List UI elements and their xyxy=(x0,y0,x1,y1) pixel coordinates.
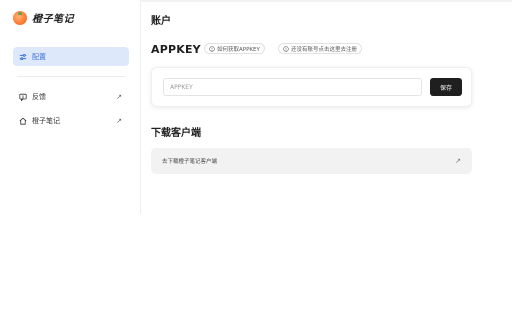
appkey-section-title: APPKEY xyxy=(151,43,201,56)
home-icon xyxy=(19,117,27,125)
appkey-card: 保存 xyxy=(151,67,472,107)
app-logo: 橙子笔记 xyxy=(13,10,74,25)
sidebar: 橙子笔记 配置 反馈 ↗ 橙子笔记 ↗ xyxy=(0,0,141,214)
sidebar-item-label: 橙子笔记 xyxy=(32,117,60,125)
sliders-icon xyxy=(19,53,27,61)
register-link[interactable]: 还没有账号点击这里去注册 xyxy=(278,43,363,54)
download-section-title: 下载客户端 xyxy=(151,128,201,139)
help-circle-icon xyxy=(283,45,289,52)
external-link-icon: ↗ xyxy=(455,157,461,165)
sidebar-item-config[interactable]: 配置 xyxy=(13,47,129,66)
sidebar-item-orange-notes[interactable]: 橙子笔记 ↗ xyxy=(13,113,129,129)
how-to-get-appkey-link[interactable]: 如何获取APPKEY xyxy=(204,43,265,54)
save-button[interactable]: 保存 xyxy=(430,78,462,96)
appkey-input[interactable] xyxy=(163,78,422,96)
sidebar-item-feedback[interactable]: 反馈 ↗ xyxy=(13,89,129,105)
sidebar-divider xyxy=(17,76,125,77)
app-name: 橙子笔记 xyxy=(32,14,74,25)
sidebar-item-label: 反馈 xyxy=(32,93,46,101)
external-link-icon: ↗ xyxy=(116,93,122,101)
register-link-label: 还没有账号点击这里去注册 xyxy=(291,46,358,53)
sidebar-item-label: 配置 xyxy=(32,52,46,61)
download-client-link[interactable]: 去下载橙子笔记客户端 ↗ xyxy=(151,148,472,174)
external-link-icon: ↗ xyxy=(116,117,122,125)
orange-logo-icon xyxy=(13,10,27,25)
feedback-icon xyxy=(19,93,27,101)
help-link-label: 如何获取APPKEY xyxy=(217,46,260,53)
page-title: 账户 xyxy=(151,16,171,27)
download-link-label: 去下载橙子笔记客户端 xyxy=(162,159,218,165)
help-circle-icon xyxy=(209,45,215,52)
app-window: 橙子笔记 配置 反馈 ↗ 橙子笔记 ↗ 账户 APPKEY 如何获取APPKEY… xyxy=(0,0,512,320)
